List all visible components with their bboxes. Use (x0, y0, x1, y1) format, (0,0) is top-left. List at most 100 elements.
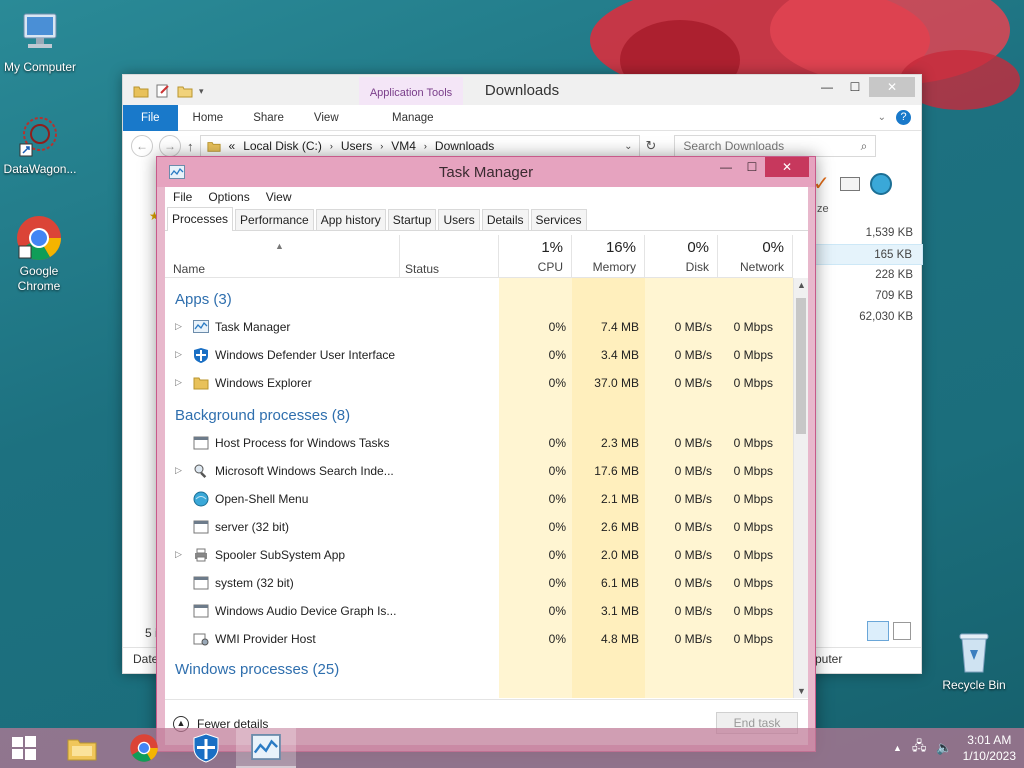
tab-share[interactable]: Share (238, 105, 299, 131)
name-column-header[interactable]: ▲ Name (165, 235, 400, 277)
expand-chevron-icon[interactable]: ▷ (175, 465, 182, 476)
up-button[interactable]: ↑ (187, 139, 194, 154)
scroll-down-icon[interactable]: ▼ (794, 686, 808, 696)
breadcrumb-overflow[interactable]: « (229, 139, 236, 153)
process-cpu: 0% (548, 492, 566, 506)
tab-processes[interactable]: Processes (167, 207, 234, 231)
taskbar-windows-defender[interactable] (176, 728, 236, 768)
refresh-icon[interactable]: ↻ (646, 138, 657, 154)
process-row[interactable]: ▷ Windows Defender User Interface 0% 3.4 MB… (165, 341, 793, 369)
size-cell: 228 KB (875, 269, 913, 281)
tab-app-history[interactable]: App history (315, 209, 386, 230)
tab-file[interactable]: File (123, 104, 178, 131)
close-button[interactable]: ✕ (869, 77, 915, 97)
process-row[interactable]: Open-Shell Menu 0% 2.1 MB 0 MB/s 0 Mbps (165, 485, 793, 513)
process-row[interactable]: ▷ Spooler SubSystem App 0% 2.0 MB 0 MB/s 0 Mb… (165, 541, 793, 569)
start-button[interactable] (0, 728, 48, 768)
breadcrumb-users[interactable]: Users (341, 139, 372, 153)
network-column-header[interactable]: 0% Network (718, 235, 793, 277)
show-hidden-icons-icon[interactable]: ▲ (893, 743, 902, 753)
minimize-button[interactable]: — (713, 157, 739, 177)
taskbar-file-explorer[interactable] (52, 728, 112, 768)
process-cpu: 0% (548, 376, 566, 390)
breadcrumb-vm4[interactable]: VM4 (391, 139, 416, 153)
menu-options[interactable]: Options (200, 190, 257, 204)
back-button[interactable]: ← (131, 135, 153, 157)
clock[interactable]: 3:01 AM 1/10/2023 (963, 732, 1016, 764)
desktop-icon-my-computer[interactable]: My Computer (0, 10, 80, 75)
desktop-icon-google-chrome[interactable]: Google Chrome (0, 214, 78, 294)
process-row[interactable]: ▷ Windows Explorer 0% 37.0 MB 0 MB/s 0 Mbps (165, 369, 793, 397)
maximize-button[interactable]: ☐ (739, 157, 765, 177)
memory-column-header[interactable]: 16% Memory (572, 235, 645, 277)
clock-time: 3:01 AM (967, 733, 1012, 747)
tab-users[interactable]: Users (438, 209, 480, 230)
task-manager-titlebar[interactable]: Task Manager — ☐ ✕ (157, 157, 815, 187)
breadcrumb-downloads[interactable]: Downloads (435, 139, 494, 153)
address-dropdown-icon[interactable]: ⌄ (624, 141, 632, 152)
process-row[interactable]: WMI Provider Host 0% 4.8 MB 0 MB/s 0 Mbps (165, 625, 793, 653)
menu-view[interactable]: View (258, 190, 300, 204)
task-manager-window[interactable]: Task Manager — ☐ ✕ File Options View Pro… (156, 156, 816, 752)
scroll-up-icon[interactable]: ▲ (794, 280, 808, 290)
process-row[interactable]: ▷ Microsoft Windows Search Inde... 0% 17.6 … (165, 457, 793, 485)
expand-chevron-icon[interactable]: ▷ (175, 549, 182, 560)
tab-home[interactable]: Home (178, 105, 239, 131)
preview-pane-icon[interactable] (839, 176, 860, 191)
details-view-icon[interactable] (867, 621, 889, 641)
network-icon[interactable]: 🖧 (912, 737, 927, 759)
view-toolbar: ✓ (813, 171, 892, 196)
tab-services[interactable]: Services (530, 209, 587, 230)
breadcrumb-separator-icon: › (423, 141, 427, 151)
header-divider (165, 277, 793, 278)
ribbon-expand-icon[interactable]: ⌄ (878, 112, 886, 123)
process-row[interactable]: server (32 bit) 0% 2.6 MB 0 MB/s 0 Mbps (165, 513, 793, 541)
wmi-process-icon (193, 631, 209, 647)
scroll-thumb[interactable] (796, 298, 806, 434)
network-header-label: Network (739, 260, 784, 274)
group-header[interactable]: Windows processes (25) (175, 661, 339, 678)
help-icon[interactable]: ? (896, 110, 911, 125)
maximize-button[interactable]: ☐ (841, 77, 869, 97)
process-mem: 37.0 MB (594, 376, 639, 390)
group-header[interactable]: Background processes (8) (175, 407, 350, 424)
app-process-icon (193, 519, 209, 535)
expand-chevron-icon[interactable]: ▷ (175, 349, 182, 360)
tab-manage[interactable]: Manage (377, 105, 449, 131)
size-cell: 62,030 KB (859, 311, 913, 323)
status-column-header[interactable]: Status (400, 235, 499, 277)
tab-performance[interactable]: Performance (235, 209, 314, 230)
process-name: Spooler SubSystem App (215, 548, 346, 562)
breadcrumb-local-disk[interactable]: Local Disk (C:) (243, 139, 322, 153)
process-row[interactable]: system (32 bit) 0% 6.1 MB 0 MB/s 0 Mbps (165, 569, 793, 597)
windows-logo-icon (12, 736, 36, 760)
explorer-titlebar[interactable]: ▾ Application Tools Downloads — ☐ ✕ (123, 75, 921, 131)
disk-header-label: Disk (685, 260, 709, 274)
forward-button[interactable]: → (159, 135, 181, 157)
process-row[interactable]: ▷ Task Manager 0% 7.4 MB 0 MB/s 0 Mbps (165, 313, 793, 341)
taskbar-task-manager[interactable] (236, 728, 296, 768)
volume-icon[interactable]: 🔈 (936, 740, 952, 756)
group-header[interactable]: Apps (3) (175, 291, 232, 308)
disk-column-header[interactable]: 0% Disk (645, 235, 718, 277)
taskbar-chrome[interactable] (114, 728, 174, 768)
tab-startup[interactable]: Startup (387, 209, 437, 230)
large-icons-view-icon[interactable] (893, 622, 911, 640)
search-input[interactable]: Search Downloads ⌕ (674, 135, 877, 157)
process-row[interactable]: Host Process for Windows Tasks 0% 2.3 MB 0 … (165, 429, 793, 457)
process-row[interactable]: Windows Audio Device Graph Is... 0% 3.1 MB… (165, 597, 793, 625)
close-button[interactable]: ✕ (765, 157, 809, 177)
tab-details[interactable]: Details (481, 209, 529, 230)
vertical-scrollbar[interactable]: ▲ ▼ (793, 278, 808, 698)
tab-view[interactable]: View (299, 105, 354, 131)
desktop-icon-datawagon[interactable]: DataWagon... (0, 112, 80, 177)
address-bar[interactable]: « Local Disk (C:) › Users › VM4 › Downlo… (199, 135, 640, 157)
menu-file[interactable]: File (165, 190, 200, 204)
desktop-icon-recycle-bin[interactable]: Recycle Bin (934, 628, 1014, 693)
cpu-column-header[interactable]: 1% CPU (499, 235, 572, 277)
globe-icon[interactable] (869, 172, 892, 195)
minimize-button[interactable]: — (813, 77, 841, 97)
expand-chevron-icon[interactable]: ▷ (175, 321, 182, 332)
expand-chevron-icon[interactable]: ▷ (175, 377, 182, 388)
size-column-header[interactable]: ze (817, 203, 923, 215)
